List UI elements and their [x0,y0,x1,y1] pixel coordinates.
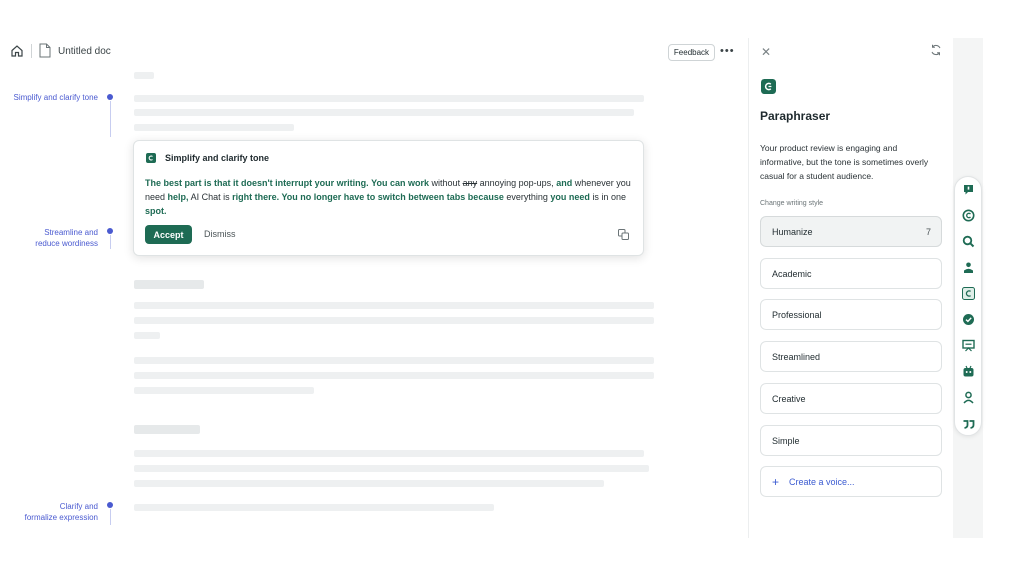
suggestion-title: Simplify and clarify tone [165,153,270,163]
search-icon[interactable] [962,235,975,248]
suggestion-card: Simplify and clarify tone The best part … [133,140,644,256]
rail-line [110,101,111,137]
rail-dot [107,94,113,100]
home-icon[interactable] [10,44,24,58]
close-icon[interactable]: ✕ [761,45,771,59]
top-bar: Untitled doc [0,38,748,66]
rail-dot [107,228,113,234]
rail-line [110,509,111,525]
dismiss-button[interactable]: Dismiss [204,229,236,239]
panel-title: Paraphraser [760,109,831,123]
plus-icon: + [772,474,780,489]
grammar-icon[interactable] [962,209,975,222]
style-label: Change writing style [760,200,824,207]
refresh-icon[interactable] [930,44,942,56]
paraphrase-icon[interactable] [962,287,975,300]
rail-dot [107,502,113,508]
quote-icon[interactable] [962,417,975,430]
document-body[interactable] [120,66,745,546]
style-option-simple[interactable]: Simple [760,425,942,456]
person-icon[interactable] [962,391,975,404]
accept-button[interactable]: Accept [145,225,192,244]
panel-description: Your product review is engaging and info… [760,143,929,181]
tool-bar [954,176,982,436]
create-voice-button[interactable]: + Create a voice... [760,466,942,497]
paraphraser-brand-icon [761,79,776,94]
style-option-academic[interactable]: Academic [760,258,942,289]
style-option-creative[interactable]: Creative [760,383,942,414]
robot-icon[interactable] [962,365,975,378]
user-icon[interactable] [962,261,975,274]
copy-icon[interactable] [618,229,629,240]
rail-suggestion-streamline[interactable]: Streamline and reduce wordiness [6,227,98,249]
check-badge-icon[interactable] [962,313,975,326]
rail-line [110,235,111,249]
style-count-badge: 7 [925,227,931,237]
style-option-professional[interactable]: Professional [760,299,942,330]
chat-icon[interactable] [962,183,975,196]
style-option-humanize[interactable]: Humanize 7 [760,216,942,247]
document-title[interactable]: Untitled doc [58,46,111,57]
suggestion-brand-icon [146,153,156,163]
style-option-streamlined[interactable]: Streamlined [760,341,942,372]
more-options-icon[interactable]: ••• [720,45,735,57]
document-icon [39,43,51,58]
rail-suggestion-formalize[interactable]: Clarify and formalize expression [6,501,98,523]
suggestion-text: The best part is that it doesn't interru… [145,178,631,216]
divider [31,44,32,58]
feedback-button[interactable]: Feedback [668,44,715,61]
board-icon[interactable] [962,339,975,352]
paraphraser-panel: ✕ Paraphraser Your product review is eng… [748,38,953,538]
rail-suggestion-simplify[interactable]: Simplify and clarify tone [6,92,98,103]
